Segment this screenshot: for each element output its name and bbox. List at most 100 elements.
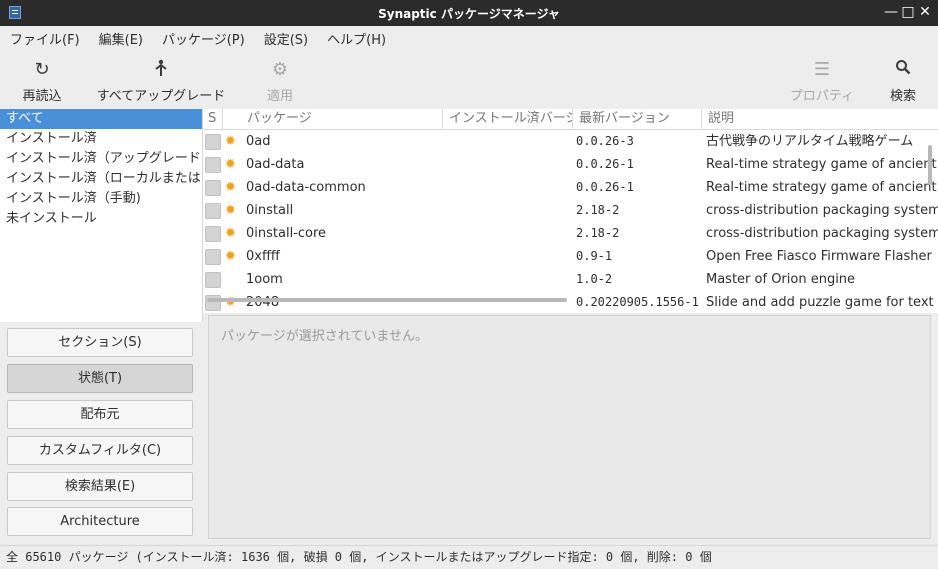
reload-button[interactable]: ↻ 再読込 [14,49,70,107]
origin-button[interactable]: 配布元 [7,400,193,429]
column-description[interactable]: 説明 [702,109,938,129]
no-package-selected-message: パッケージが選択されていません。 [221,329,428,344]
upgrade-icon [92,59,230,81]
table-row[interactable]: ✹ 0xffff 0.9-1 Open Free Fiasco Firmware Fl… [203,245,938,268]
latest-version: 0.20220905.1556-1 [576,295,699,309]
installed-version [448,268,570,291]
package-name: 2048 [246,295,280,310]
latest-version: 0.9-1 [576,249,613,263]
filter-item-installed-local[interactable]: インストール済（ローカルまたは [0,169,202,189]
table-row[interactable]: 1oom 1.0-2 Master of Orion engine [203,268,938,291]
package-checkbox[interactable] [205,134,221,150]
menu-file[interactable]: ファイル(F) [0,26,89,48]
reload-icon: ↻ [34,59,50,80]
table-row[interactable]: ✹ 0install-core 2.18-2 cross-distribution p… [203,222,938,245]
package-description: cross-distribution packaging system (cor… [706,226,938,241]
package-name: 0xffff [246,249,280,264]
package-table: S パッケージ インストール済バージョン 最新バージョン 説明 ✹ 0ad 0.0.… [203,109,938,313]
package-checkbox[interactable] [205,180,221,196]
apply-button[interactable]: ⚙ 適用 [254,49,306,107]
package-name: 0install [246,203,294,218]
table-row[interactable]: ✹ 2048 0.20220905.1556-1 Slide and add puzz… [203,291,938,313]
search-button[interactable]: 検索 [880,49,926,107]
package-description: 古代戦争のリアルタイム戦略ゲーム [706,134,914,149]
menu-bar: ファイル(F) 編集(E) パッケージ(P) 設定(S) ヘルプ(H) [0,26,938,49]
supported-badge-icon: ✹ [225,134,236,149]
status-button[interactable]: 状態(T) [7,364,193,393]
filter-item-installed-upgradable[interactable]: インストール済（アップグレード [0,149,202,169]
search-results-button[interactable]: 検索結果(E) [7,472,193,501]
table-row[interactable]: ✹ 0install 2.18-2 cross-distribution packag… [203,199,938,222]
supported-badge-icon: ✹ [225,226,236,241]
installed-version [448,153,570,176]
properties-label: プロパティ [789,89,855,104]
package-details: パッケージが選択されていません。 [208,315,931,539]
filter-item-not-installed[interactable]: 未インストール [0,209,202,229]
installed-version [448,222,570,245]
latest-version: 1.0-2 [576,272,613,286]
toolbar: ↻ 再読込 すべてアップグレード ⚙ 適用 ☰ プロパティ 検索 [0,49,938,110]
search-label: 検索 [889,89,916,104]
filter-list: すべて インストール済 インストール済（アップグレード インストール済（ローカル… [0,109,203,322]
filter-item-installed[interactable]: インストール済 [0,129,202,149]
architecture-button[interactable]: Architecture [7,507,193,536]
latest-version: 2.18-2 [576,203,620,217]
package-name: 0ad-data [246,157,305,172]
search-icon [880,59,926,81]
latest-version: 2.18-2 [576,226,620,240]
supported-badge-icon: ✹ [225,203,236,218]
supported-badge-icon: ✹ [225,249,236,264]
vertical-scrollbar[interactable] [928,145,932,185]
package-checkbox[interactable] [205,203,221,219]
package-description: Real-time strategy game of ancient warfa… [706,157,938,172]
maximize-icon[interactable]: □ [900,4,916,20]
package-description: Slide and add puzzle game for text mode [706,295,938,310]
column-package[interactable]: パッケージ [241,109,443,129]
menu-package[interactable]: パッケージ(P) [152,26,254,48]
status-bar: 全 65610 パッケージ (インストール済: 1636 個, 破損 0 個, … [0,545,938,569]
package-name: 0ad-data-common [246,180,366,195]
table-row[interactable]: ✹ 0ad 0.0.26-3 古代戦争のリアルタイム戦略ゲーム [203,130,938,153]
latest-version: 0.0.26-1 [576,157,634,171]
apply-label: 適用 [266,89,293,104]
close-icon[interactable]: ✕ [917,4,933,20]
package-checkbox[interactable] [205,157,221,173]
column-latest-version[interactable]: 最新バージョン [573,109,702,129]
section-button[interactable]: セクション(S) [7,328,193,357]
package-checkbox[interactable] [205,249,221,265]
package-checkbox[interactable] [205,226,221,242]
apply-icon: ⚙ [271,59,289,80]
minimize-icon[interactable]: — [883,4,899,20]
package-checkbox[interactable] [205,272,221,288]
package-name: 0install-core [246,226,327,241]
upgrade-all-button[interactable]: すべてアップグレード [92,49,230,107]
filter-buttons: セクション(S) 状態(T) 配布元 カスタムフィルタ(C) 検索結果(E) A… [0,322,202,544]
reload-label: 再読込 [22,89,62,104]
latest-version: 0.0.26-3 [576,134,634,148]
package-description: Open Free Fiasco Firmware Flasher [706,249,932,264]
filter-item-all[interactable]: すべて [0,109,202,129]
horizontal-scrollbar[interactable] [207,298,567,302]
table-row[interactable]: ✹ 0ad-data 0.0.26-1 Real-time strategy game… [203,153,938,176]
menu-settings[interactable]: 設定(S) [254,26,317,48]
installed-version [448,176,570,199]
properties-button[interactable]: ☰ プロパティ [784,49,860,107]
package-name: 0ad [246,134,271,149]
menu-help[interactable]: ヘルプ(H) [317,26,395,48]
installed-version [448,199,570,222]
filter-item-installed-manual[interactable]: インストール済（手動) [0,189,202,209]
column-status[interactable]: S [203,109,223,129]
title-bar: Synaptic パッケージマネージャ — □ ✕ [0,0,938,26]
package-description: cross-distribution packaging system [706,203,938,218]
column-installed-version[interactable]: インストール済バージョン [443,109,573,129]
custom-filter-button[interactable]: カスタムフィルタ(C) [7,436,193,465]
table-header: S パッケージ インストール済バージョン 最新バージョン 説明 [203,109,938,130]
menu-edit[interactable]: 編集(E) [89,26,152,48]
package-name: 1oom [246,272,283,287]
package-description: Real-time strategy game of ancient warfa… [706,180,938,195]
upgrade-all-label: すべてアップグレード [96,89,226,104]
supported-badge-icon: ✹ [225,157,236,172]
table-row[interactable]: ✹ 0ad-data-common 0.0.26-1 Real-time strate… [203,176,938,199]
latest-version: 0.0.26-1 [576,180,634,194]
supported-badge-icon: ✹ [225,180,236,195]
